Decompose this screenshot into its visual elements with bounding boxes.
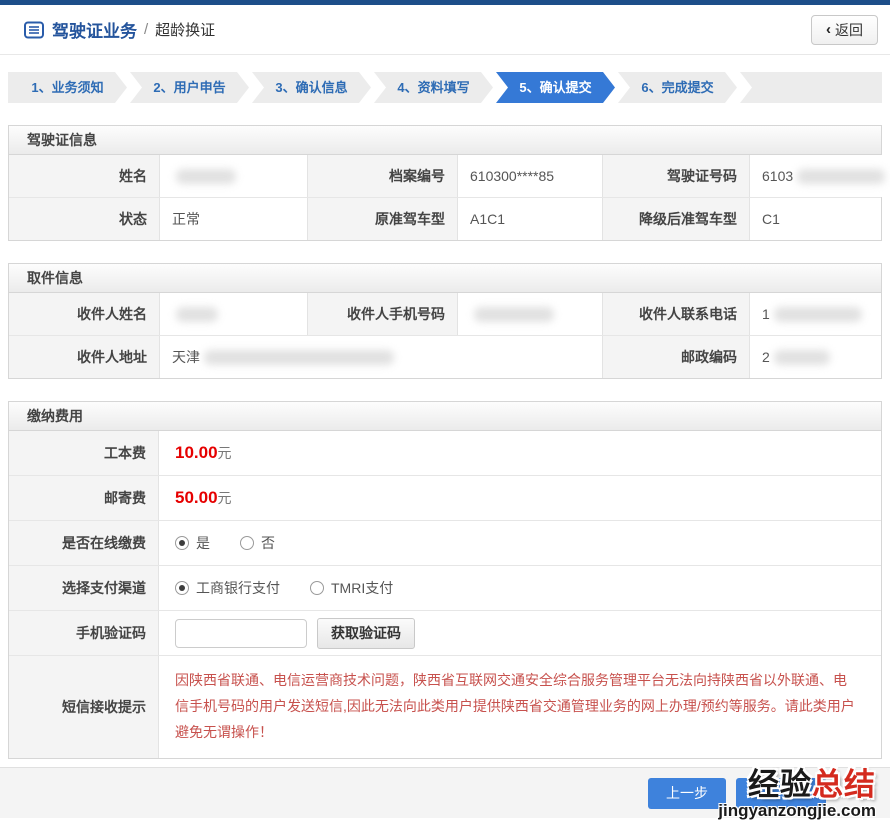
chevron-left-icon: ‹: [826, 21, 831, 38]
redacted-text: [474, 307, 554, 322]
sms-notice-text: 因陕西省联通、电信运营商技术问题，陕西省互联网交通安全综合服务管理平台无法向持陕…: [159, 656, 881, 758]
radio-option-tmri[interactable]: TMRI支付: [310, 578, 393, 598]
submit-button[interactable]: [736, 778, 826, 809]
table-row: 收件人地址 天津 邮政编码 2: [9, 336, 881, 378]
status-value: 正常: [159, 198, 307, 240]
radio-label: TMRI支付: [331, 578, 393, 598]
radio-unchecked-icon[interactable]: [240, 536, 254, 550]
get-sms-code-button[interactable]: 获取验证码: [317, 618, 415, 649]
recipient-name-value: [159, 293, 307, 335]
recipient-phone-value: 1: [749, 293, 881, 335]
redacted-text: [774, 307, 862, 322]
production-fee-label: 工本费: [9, 431, 159, 475]
recipient-phone-label: 收件人联系电话: [602, 293, 749, 335]
radio-checked-icon[interactable]: [175, 581, 189, 595]
table-row: 状态 正常 原准驾车型 A1C1 降级后准驾车型 C1: [9, 198, 881, 240]
payment-section: 缴纳费用 工本费 10.00 元 邮寄费 50.00 元 是否在线缴费 是 否 …: [8, 401, 882, 759]
recipient-name-label: 收件人姓名: [9, 293, 159, 335]
redacted-text: [176, 307, 218, 322]
file-no-value: 610300****85: [457, 155, 602, 197]
radio-label: 是: [196, 533, 210, 553]
redacted-text: [774, 350, 830, 365]
pickup-info-section: 取件信息 收件人姓名 收件人手机号码 收件人联系电话 1 收件人地址 天津 邮政…: [8, 263, 882, 379]
step-2-user-declaration: 2、用户申告: [130, 72, 249, 103]
step-1-business-notice: 1、业务须知: [8, 72, 127, 103]
orig-class-label: 原准驾车型: [307, 198, 457, 240]
license-no-value: 6103: [749, 155, 885, 197]
orig-class-value: A1C1: [457, 198, 602, 240]
page-header: 驾驶证业务 / 超龄换证 ‹ 返回: [0, 5, 890, 55]
new-class-label: 降级后准驾车型: [602, 198, 749, 240]
step-6-complete-submit: 6、完成提交: [618, 72, 737, 103]
fee-unit: 元: [218, 443, 232, 463]
step-5-confirm-submit-active: 5、确认提交: [496, 72, 615, 103]
table-row: 手机验证码 获取验证码: [9, 611, 881, 656]
recipient-mobile-value: [457, 293, 602, 335]
fee-amount: 10.00: [175, 443, 218, 463]
postage-fee-label: 邮寄费: [9, 476, 159, 520]
status-label: 状态: [9, 198, 159, 240]
back-button[interactable]: ‹ 返回: [811, 15, 878, 45]
sms-code-field-group: 获取验证码: [159, 611, 881, 655]
back-button-label: 返回: [835, 20, 863, 40]
radio-label: 否: [261, 533, 275, 553]
license-no-label: 驾驶证号码: [602, 155, 749, 197]
address-value: 天津: [159, 336, 602, 378]
new-class-value: C1: [749, 198, 881, 240]
table-row: 选择支付渠道 工商银行支付 TMRI支付: [9, 566, 881, 611]
section-title-pickup: 取件信息: [9, 264, 881, 293]
radio-option-no[interactable]: 否: [240, 533, 275, 553]
file-no-label: 档案编号: [307, 155, 457, 197]
postage-fee-value: 50.00 元: [159, 476, 881, 520]
sms-code-input[interactable]: [175, 619, 307, 648]
step-4-fill-data: 4、资料填写: [374, 72, 493, 103]
redacted-text: [797, 169, 885, 184]
step-wizard: 1、业务须知 2、用户申告 3、确认信息 4、资料填写 5、确认提交 6、完成提…: [8, 72, 882, 103]
postcode-label: 邮政编码: [602, 336, 749, 378]
section-title-payment: 缴纳费用: [9, 402, 881, 431]
radio-unchecked-icon[interactable]: [310, 581, 324, 595]
license-info-section: 驾驶证信息 姓名 档案编号 610300****85 驾驶证号码 6103 状态…: [8, 125, 882, 241]
production-fee-value: 10.00 元: [159, 431, 881, 475]
table-row: 是否在线缴费 是 否: [9, 521, 881, 566]
table-row: 邮寄费 50.00 元: [9, 476, 881, 521]
sms-code-label: 手机验证码: [9, 611, 159, 655]
step-3-confirm-info: 3、确认信息: [252, 72, 371, 103]
online-pay-label: 是否在线缴费: [9, 521, 159, 565]
list-icon: [24, 21, 44, 39]
radio-checked-icon[interactable]: [175, 536, 189, 550]
fee-unit: 元: [218, 488, 232, 508]
radio-label: 工商银行支付: [196, 578, 280, 598]
sms-notice-label: 短信接收提示: [9, 656, 159, 758]
redacted-text: [176, 169, 236, 184]
recipient-mobile-label: 收件人手机号码: [307, 293, 457, 335]
radio-option-icbc[interactable]: 工商银行支付: [175, 578, 280, 598]
table-row: 收件人姓名 收件人手机号码 收件人联系电话 1: [9, 293, 881, 336]
pay-channel-label: 选择支付渠道: [9, 566, 159, 610]
step-bar-filler: [740, 72, 882, 103]
breadcrumb-separator: /: [144, 21, 148, 38]
address-label: 收件人地址: [9, 336, 159, 378]
online-pay-options: 是 否: [159, 521, 881, 565]
pay-channel-options: 工商银行支付 TMRI支付: [159, 566, 881, 610]
postcode-value: 2: [749, 336, 881, 378]
page-title: 驾驶证业务: [52, 17, 137, 42]
name-value: [159, 155, 307, 197]
radio-option-yes[interactable]: 是: [175, 533, 210, 553]
footer-action-bar: 上一步 经验总结 jingyanzongjie.com: [0, 767, 890, 818]
redacted-text: [204, 350, 394, 365]
table-row: 工本费 10.00 元: [9, 431, 881, 476]
breadcrumb-current: 超龄换证: [155, 19, 215, 40]
previous-step-button[interactable]: 上一步: [648, 778, 726, 809]
name-label: 姓名: [9, 155, 159, 197]
section-title-license: 驾驶证信息: [9, 126, 881, 155]
fee-amount: 50.00: [175, 488, 218, 508]
table-row: 姓名 档案编号 610300****85 驾驶证号码 6103: [9, 155, 881, 198]
table-row: 短信接收提示 因陕西省联通、电信运营商技术问题，陕西省互联网交通安全综合服务管理…: [9, 656, 881, 758]
